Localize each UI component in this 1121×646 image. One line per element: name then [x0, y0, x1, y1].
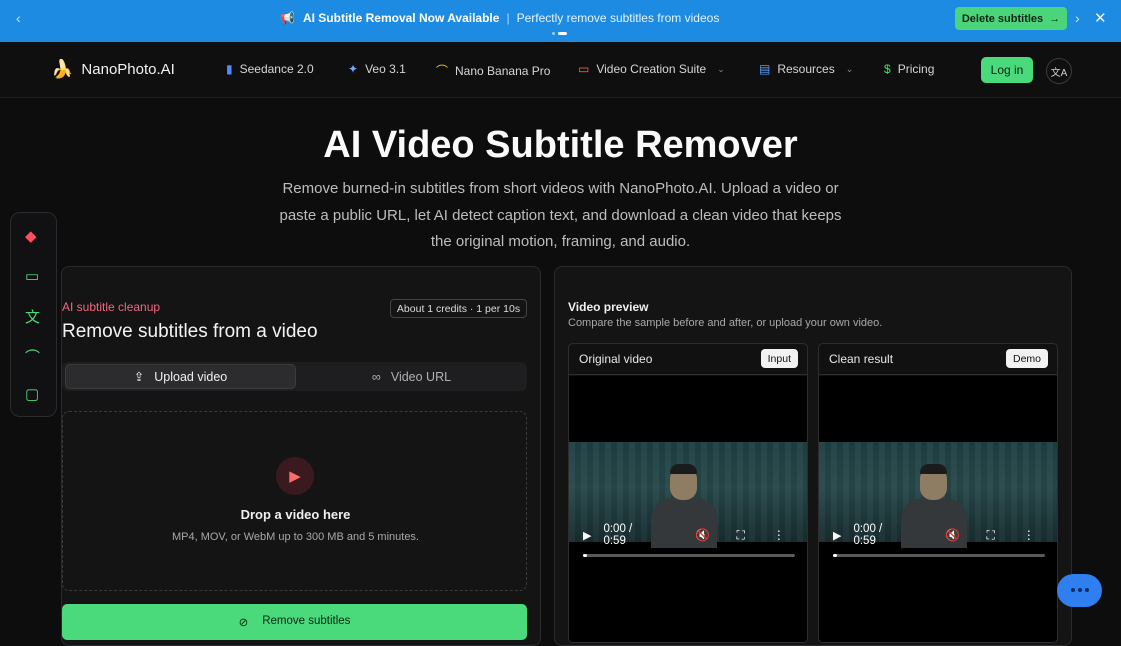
banana-icon[interactable]: ⌒ [25, 346, 40, 367]
video-time: 0:00 / 0:59 [603, 523, 633, 547]
close-icon[interactable]: ✕ [1094, 9, 1107, 27]
carousel-dots [552, 32, 567, 35]
fullscreen-icon[interactable]: ⛶ [722, 528, 760, 543]
subtitles-off-icon: ⊘ [238, 617, 249, 629]
nav-item-label: Nano Banana Pro [455, 63, 551, 78]
announcement-subtitle: Perfectly remove subtitles from videos [516, 11, 720, 25]
tab-upload-video[interactable]: ⇪ Upload video [65, 364, 296, 389]
translate-icon[interactable]: 文 [25, 306, 40, 327]
play-icon[interactable]: ▶ [583, 529, 591, 542]
side-dock: ◆ ▭ 文 ⌒ ▢ [10, 212, 57, 417]
brand-name: NanoPhoto.AI [81, 61, 175, 78]
chevron-down-icon: ⌄ [717, 63, 725, 74]
announcement-prev-button[interactable]: ‹ [16, 10, 21, 26]
demo-badge: Demo [1005, 349, 1048, 368]
announcement-title: AI Subtitle Removal Now Available [302, 11, 500, 25]
nav-item-label: Resources [777, 62, 835, 76]
nav-item-pricing[interactable]: $ Pricing [884, 62, 934, 76]
nav-item-label: Pricing [897, 62, 935, 76]
more-options-icon[interactable]: ⋮ [760, 528, 798, 542]
monitor-icon[interactable]: ▢ [25, 385, 39, 403]
top-navbar: 🍌 NanoPhoto.AI ▮ Seedance 2.0 ✦ Veo 3.1 … [0, 42, 1121, 98]
person-hair [920, 464, 947, 474]
carousel-dot-active[interactable] [558, 32, 567, 35]
chat-dot [1071, 588, 1075, 592]
tab-label: Upload video [154, 369, 228, 384]
nav-item-label: Seedance 2.0 [239, 62, 314, 76]
nav-item-label: Video Creation Suite [596, 62, 707, 76]
video-player[interactable]: ▶ 0:00 / 0:59 🔇 ⛶ ⋮ [819, 376, 1057, 642]
preview-subtitle: Compare the sample before and after, or … [568, 317, 883, 329]
input-badge: Input [760, 349, 798, 368]
banana-logo-icon: 🍌 [51, 59, 74, 79]
carousel-dot[interactable] [552, 32, 555, 35]
megaphone-icon: 📢 [280, 11, 295, 25]
nav-item-video-creation-suite[interactable]: ▭ Video Creation Suite ⌄ [578, 62, 725, 76]
sparkle-icon: ✦ [348, 62, 359, 76]
clean-result-video-panel: Clean result Demo ▶ 0:00 / 0:59 🔇 ⛶ ⋮ [818, 343, 1058, 643]
bar-chart-icon: ▮ [226, 62, 233, 76]
ai-robot-icon[interactable]: ◆ [25, 227, 37, 245]
announcement-separator: | [506, 11, 510, 25]
tab-video-url[interactable]: ∞ Video URL [299, 364, 524, 389]
announcement-next-button[interactable]: › [1075, 10, 1080, 26]
upload-cloud-icon: ⇪ [133, 370, 145, 384]
video-controls: ▶ 0:00 / 0:59 🔇 ⛶ ⋮ [833, 523, 1048, 547]
play-icon[interactable]: ▶ [833, 529, 841, 542]
credits-badge: About 1 credits · 1 per 10s [390, 299, 527, 318]
page-title: AI Video Subtitle Remover [323, 124, 798, 166]
video-time: 0:00 / 0:59 [853, 523, 883, 547]
tool-title: Remove subtitles from a video [62, 321, 318, 342]
video-player[interactable]: ▶ 0:00 / 0:59 🔇 ⛶ ⋮ [569, 376, 807, 642]
nav-item-seedance[interactable]: ▮ Seedance 2.0 [226, 62, 314, 76]
nav-item-resources[interactable]: ▤ Resources ⌄ [759, 62, 853, 76]
video-progress-bar[interactable] [833, 554, 1045, 557]
video-file-icon: ▶ [276, 457, 314, 495]
chat-dot [1078, 588, 1082, 592]
remove-subtitles-label: Remove subtitles [262, 615, 351, 627]
chevron-down-icon: ⌄ [845, 63, 854, 74]
more-options-icon[interactable]: ⋮ [1010, 528, 1048, 542]
document-icon: ▤ [759, 62, 771, 76]
person-hair [670, 464, 697, 474]
login-button[interactable]: Log in [981, 57, 1033, 83]
video-camera-icon: ▭ [578, 62, 590, 76]
video-panel-label: Clean result [829, 352, 894, 366]
video-panel-label: Original video [579, 352, 653, 366]
dropzone-title: Drop a video here [240, 507, 351, 522]
chat-widget-button[interactable] [1057, 574, 1102, 607]
tab-label: Video URL [390, 369, 452, 384]
video-panel-header: Clean result Demo [819, 344, 1057, 375]
video-dropzone[interactable]: ▶ Drop a video here MP4, MOV, or WebM up… [62, 411, 527, 591]
tool-tag: AI subtitle cleanup [62, 300, 161, 314]
announcement-bar: ‹ 📢 AI Subtitle Removal Now Available | … [0, 0, 1121, 42]
nav-item-veo[interactable]: ✦ Veo 3.1 [348, 62, 406, 76]
arrow-right-icon: → [1049, 12, 1061, 25]
link-icon: ∞ [371, 369, 381, 384]
announcement-message: 📢 AI Subtitle Removal Now Available | Pe… [280, 11, 719, 25]
input-mode-tabs: ⇪ Upload video ∞ Video URL [62, 362, 527, 391]
banana-icon: ⌒ [436, 64, 449, 78]
mute-icon[interactable]: 🔇 [683, 528, 721, 542]
delete-subtitles-label: Delete subtitles [961, 12, 1044, 25]
preview-title: Video preview [568, 300, 649, 314]
language-switch-icon[interactable]: 文A [1046, 58, 1072, 84]
page-description: Remove burned-in subtitles from short vi… [279, 180, 842, 250]
nav-item-label: Veo 3.1 [365, 62, 406, 76]
remove-subtitles-button[interactable]: ⊘ Remove subtitles [62, 604, 527, 640]
dropzone-hint: MP4, MOV, or WebM up to 300 MB and 5 min… [171, 531, 419, 543]
delete-subtitles-button[interactable]: Delete subtitles → [955, 7, 1067, 30]
chat-dot [1085, 588, 1089, 592]
video-progress-bar[interactable] [583, 554, 795, 557]
video-panel-header: Original video Input [569, 344, 807, 375]
mute-icon[interactable]: 🔇 [933, 528, 971, 542]
original-video-panel: Original video Input ▶ 0:00 / 0:59 🔇 ⛶ ⋮ [568, 343, 808, 643]
fullscreen-icon[interactable]: ⛶ [972, 528, 1010, 543]
brand-logo[interactable]: 🍌 NanoPhoto.AI [51, 59, 175, 80]
video-camera-icon[interactable]: ▭ [25, 267, 39, 285]
video-controls: ▶ 0:00 / 0:59 🔇 ⛶ ⋮ [583, 523, 798, 547]
nav-item-nano-banana-pro[interactable]: ⌒ Nano Banana Pro [436, 62, 550, 79]
dollar-icon: $ [884, 62, 891, 76]
